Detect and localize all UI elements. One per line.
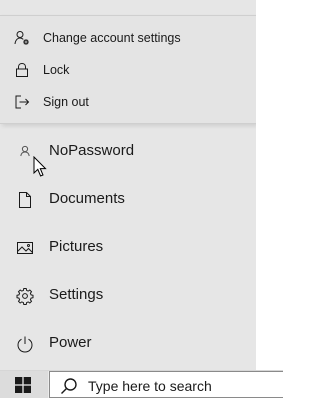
document-icon (19, 192, 31, 208)
account-flyout: Change account settings Lock Sign out (0, 15, 256, 124)
power-label: Power (49, 334, 92, 351)
lock-icon (16, 62, 28, 77)
user-icon (20, 145, 30, 157)
start-menu: Change account settings Lock Sign out No… (0, 0, 256, 370)
documents-item[interactable]: Documents (0, 180, 256, 220)
settings-item[interactable]: Settings (0, 276, 256, 316)
sign-out-icon (15, 95, 30, 109)
pictures-label: Pictures (49, 238, 104, 255)
start-button[interactable] (0, 371, 48, 398)
taskbar: Type here to search (0, 370, 283, 398)
search-placeholder: Type here to search (88, 378, 212, 394)
power-icon (17, 336, 33, 353)
lock-item[interactable]: Lock (0, 55, 256, 85)
sign-out-label: Sign out (43, 95, 89, 109)
mouse-cursor-icon (33, 156, 47, 177)
gear-icon (16, 288, 34, 305)
taskbar-search-box[interactable]: Type here to search (49, 371, 283, 398)
settings-label: Settings (49, 286, 104, 303)
pictures-icon (17, 242, 33, 254)
pictures-item[interactable]: Pictures (0, 228, 256, 268)
lock-label: Lock (43, 63, 70, 77)
user-name-label: NoPassword (49, 142, 135, 159)
change-account-settings-item[interactable]: Change account settings (0, 23, 256, 53)
windows-logo-icon (15, 377, 31, 393)
search-icon (61, 378, 77, 394)
change-account-settings-label: Change account settings (43, 31, 181, 45)
account-settings-icon (14, 31, 29, 45)
desktop-area (256, 0, 283, 370)
documents-label: Documents (49, 190, 125, 207)
power-item[interactable]: Power (0, 324, 256, 364)
sign-out-item[interactable]: Sign out (0, 87, 256, 117)
